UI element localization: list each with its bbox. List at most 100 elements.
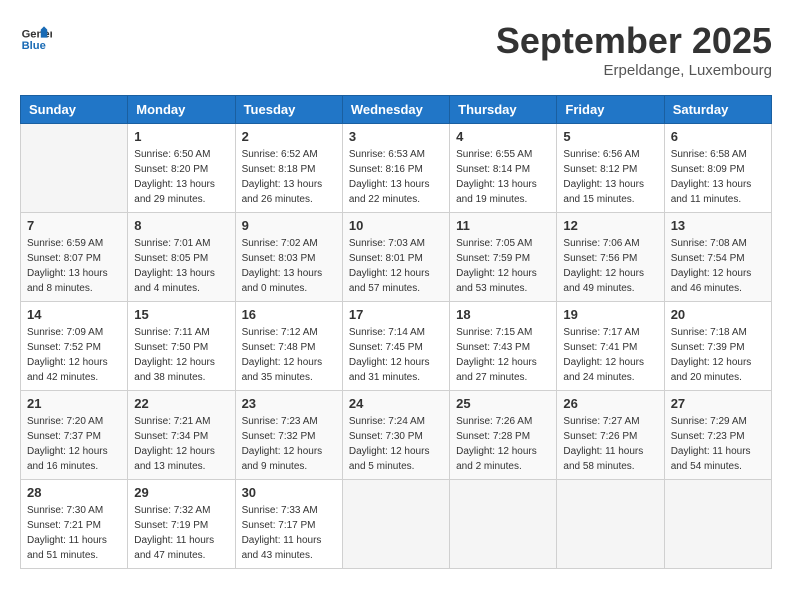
calendar-week-row: 14 Sunrise: 7:09 AMSunset: 7:52 PMDayligh… bbox=[21, 302, 772, 391]
day-info: Sunrise: 7:23 AMSunset: 7:32 PMDaylight:… bbox=[242, 414, 336, 474]
day-number: 30 bbox=[242, 485, 336, 500]
logo: General Blue bbox=[20, 20, 56, 52]
day-number: 17 bbox=[349, 307, 443, 322]
logo-icon: General Blue bbox=[20, 20, 52, 52]
day-info: Sunrise: 6:52 AMSunset: 8:18 PMDaylight:… bbox=[242, 147, 336, 207]
calendar-cell: 19 Sunrise: 7:17 AMSunset: 7:41 PMDayligh… bbox=[557, 302, 664, 391]
day-info: Sunrise: 7:02 AMSunset: 8:03 PMDaylight:… bbox=[242, 236, 336, 296]
day-info: Sunrise: 6:50 AMSunset: 8:20 PMDaylight:… bbox=[134, 147, 228, 207]
day-number: 20 bbox=[671, 307, 765, 322]
day-number: 1 bbox=[134, 129, 228, 144]
day-info: Sunrise: 7:29 AMSunset: 7:23 PMDaylight:… bbox=[671, 414, 765, 474]
calendar-cell: 21 Sunrise: 7:20 AMSunset: 7:37 PMDayligh… bbox=[21, 391, 128, 480]
calendar-cell: 7Sunrise: 6:59 AMSunset: 8:07 PMDaylight… bbox=[21, 213, 128, 302]
col-header-friday: Friday bbox=[557, 96, 664, 124]
calendar-cell: 9 Sunrise: 7:02 AMSunset: 8:03 PMDaylight… bbox=[235, 213, 342, 302]
day-info: Sunrise: 7:18 AMSunset: 7:39 PMDaylight:… bbox=[671, 325, 765, 385]
day-number: 13 bbox=[671, 218, 765, 233]
day-number: 10 bbox=[349, 218, 443, 233]
calendar-cell: 3 Sunrise: 6:53 AMSunset: 8:16 PMDaylight… bbox=[342, 124, 449, 213]
calendar-cell: 23 Sunrise: 7:23 AMSunset: 7:32 PMDayligh… bbox=[235, 391, 342, 480]
calendar-cell: 14 Sunrise: 7:09 AMSunset: 7:52 PMDayligh… bbox=[21, 302, 128, 391]
col-header-sunday: Sunday bbox=[21, 96, 128, 124]
day-info: Sunrise: 7:05 AMSunset: 7:59 PMDaylight:… bbox=[456, 236, 550, 296]
day-number: 18 bbox=[456, 307, 550, 322]
col-header-thursday: Thursday bbox=[450, 96, 557, 124]
day-info: Sunrise: 7:27 AMSunset: 7:26 PMDaylight:… bbox=[563, 414, 657, 474]
calendar-cell: 25Sunrise: 7:26 AMSunset: 7:28 PMDayligh… bbox=[450, 391, 557, 480]
day-info: Sunrise: 7:06 AMSunset: 7:56 PMDaylight:… bbox=[563, 236, 657, 296]
calendar-cell: 8 Sunrise: 7:01 AMSunset: 8:05 PMDaylight… bbox=[128, 213, 235, 302]
calendar-cell: 17 Sunrise: 7:14 AMSunset: 7:45 PMDayligh… bbox=[342, 302, 449, 391]
day-number: 4 bbox=[456, 129, 550, 144]
day-number: 3 bbox=[349, 129, 443, 144]
calendar-cell bbox=[342, 480, 449, 569]
day-number: 23 bbox=[242, 396, 336, 411]
calendar-cell: 24Sunrise: 7:24 AMSunset: 7:30 PMDayligh… bbox=[342, 391, 449, 480]
day-number: 6 bbox=[671, 129, 765, 144]
calendar-cell: 16 Sunrise: 7:12 AMSunset: 7:48 PMDayligh… bbox=[235, 302, 342, 391]
calendar-cell: 30 Sunrise: 7:33 AMSunset: 7:17 PMDayligh… bbox=[235, 480, 342, 569]
day-info: Sunrise: 6:58 AMSunset: 8:09 PMDaylight:… bbox=[671, 147, 765, 207]
calendar-cell: 26 Sunrise: 7:27 AMSunset: 7:26 PMDayligh… bbox=[557, 391, 664, 480]
day-number: 11 bbox=[456, 218, 550, 233]
calendar-cell: 1 Sunrise: 6:50 AMSunset: 8:20 PMDaylight… bbox=[128, 124, 235, 213]
day-info: Sunrise: 7:01 AMSunset: 8:05 PMDaylight:… bbox=[134, 236, 228, 296]
calendar-cell: 20 Sunrise: 7:18 AMSunset: 7:39 PMDayligh… bbox=[664, 302, 771, 391]
day-info: Sunrise: 6:59 AMSunset: 8:07 PMDaylight:… bbox=[27, 236, 121, 296]
day-info: Sunrise: 6:56 AMSunset: 8:12 PMDaylight:… bbox=[563, 147, 657, 207]
col-header-tuesday: Tuesday bbox=[235, 96, 342, 124]
day-number: 2 bbox=[242, 129, 336, 144]
calendar-cell: 27 Sunrise: 7:29 AMSunset: 7:23 PMDayligh… bbox=[664, 391, 771, 480]
calendar-cell: 6 Sunrise: 6:58 AMSunset: 8:09 PMDaylight… bbox=[664, 124, 771, 213]
day-number: 14 bbox=[27, 307, 121, 322]
calendar-cell: 18 Sunrise: 7:15 AMSunset: 7:43 PMDayligh… bbox=[450, 302, 557, 391]
calendar-cell bbox=[450, 480, 557, 569]
calendar-cell bbox=[664, 480, 771, 569]
day-info: Sunrise: 7:33 AMSunset: 7:17 PMDaylight:… bbox=[242, 503, 336, 563]
day-info: Sunrise: 7:32 AMSunset: 7:19 PMDaylight:… bbox=[134, 503, 228, 563]
calendar-cell: 28 Sunrise: 7:30 AMSunset: 7:21 PMDayligh… bbox=[21, 480, 128, 569]
day-number: 29 bbox=[134, 485, 228, 500]
day-number: 9 bbox=[242, 218, 336, 233]
day-info: Sunrise: 7:03 AMSunset: 8:01 PMDaylight:… bbox=[349, 236, 443, 296]
col-header-monday: Monday bbox=[128, 96, 235, 124]
col-header-wednesday: Wednesday bbox=[342, 96, 449, 124]
title-block: September 2025 Erpeldange, Luxembourg bbox=[496, 20, 772, 79]
page-header: General Blue September 2025 Erpeldange, … bbox=[20, 20, 772, 79]
calendar-week-row: 21 Sunrise: 7:20 AMSunset: 7:37 PMDayligh… bbox=[21, 391, 772, 480]
calendar-cell: 13Sunrise: 7:08 AMSunset: 7:54 PMDayligh… bbox=[664, 213, 771, 302]
calendar-cell: 10 Sunrise: 7:03 AMSunset: 8:01 PMDayligh… bbox=[342, 213, 449, 302]
day-number: 28 bbox=[27, 485, 121, 500]
calendar-week-row: 1 Sunrise: 6:50 AMSunset: 8:20 PMDaylight… bbox=[21, 124, 772, 213]
day-number: 26 bbox=[563, 396, 657, 411]
day-number: 22 bbox=[134, 396, 228, 411]
svg-text:General: General bbox=[22, 29, 52, 41]
month-title: September 2025 bbox=[496, 20, 772, 62]
day-info: Sunrise: 7:17 AMSunset: 7:41 PMDaylight:… bbox=[563, 325, 657, 385]
calendar-header-row: SundayMondayTuesdayWednesdayThursdayFrid… bbox=[21, 96, 772, 124]
day-info: Sunrise: 7:21 AMSunset: 7:34 PMDaylight:… bbox=[134, 414, 228, 474]
day-info: Sunrise: 7:15 AMSunset: 7:43 PMDaylight:… bbox=[456, 325, 550, 385]
calendar-week-row: 7Sunrise: 6:59 AMSunset: 8:07 PMDaylight… bbox=[21, 213, 772, 302]
day-number: 16 bbox=[242, 307, 336, 322]
day-info: Sunrise: 7:26 AMSunset: 7:28 PMDaylight:… bbox=[456, 414, 550, 474]
day-info: Sunrise: 7:12 AMSunset: 7:48 PMDaylight:… bbox=[242, 325, 336, 385]
calendar-cell: 4 Sunrise: 6:55 AMSunset: 8:14 PMDaylight… bbox=[450, 124, 557, 213]
calendar-week-row: 28 Sunrise: 7:30 AMSunset: 7:21 PMDayligh… bbox=[21, 480, 772, 569]
day-info: Sunrise: 7:20 AMSunset: 7:37 PMDaylight:… bbox=[27, 414, 121, 474]
day-info: Sunrise: 6:53 AMSunset: 8:16 PMDaylight:… bbox=[349, 147, 443, 207]
calendar-cell: 5Sunrise: 6:56 AMSunset: 8:12 PMDaylight… bbox=[557, 124, 664, 213]
day-info: Sunrise: 7:30 AMSunset: 7:21 PMDaylight:… bbox=[27, 503, 121, 563]
svg-text:Blue: Blue bbox=[22, 40, 46, 52]
calendar-cell bbox=[21, 124, 128, 213]
day-number: 19 bbox=[563, 307, 657, 322]
day-number: 8 bbox=[134, 218, 228, 233]
day-info: Sunrise: 6:55 AMSunset: 8:14 PMDaylight:… bbox=[456, 147, 550, 207]
calendar-cell: 15Sunrise: 7:11 AMSunset: 7:50 PMDayligh… bbox=[128, 302, 235, 391]
calendar-cell: 2 Sunrise: 6:52 AMSunset: 8:18 PMDaylight… bbox=[235, 124, 342, 213]
day-info: Sunrise: 7:09 AMSunset: 7:52 PMDaylight:… bbox=[27, 325, 121, 385]
day-number: 27 bbox=[671, 396, 765, 411]
day-info: Sunrise: 7:14 AMSunset: 7:45 PMDaylight:… bbox=[349, 325, 443, 385]
day-number: 21 bbox=[27, 396, 121, 411]
